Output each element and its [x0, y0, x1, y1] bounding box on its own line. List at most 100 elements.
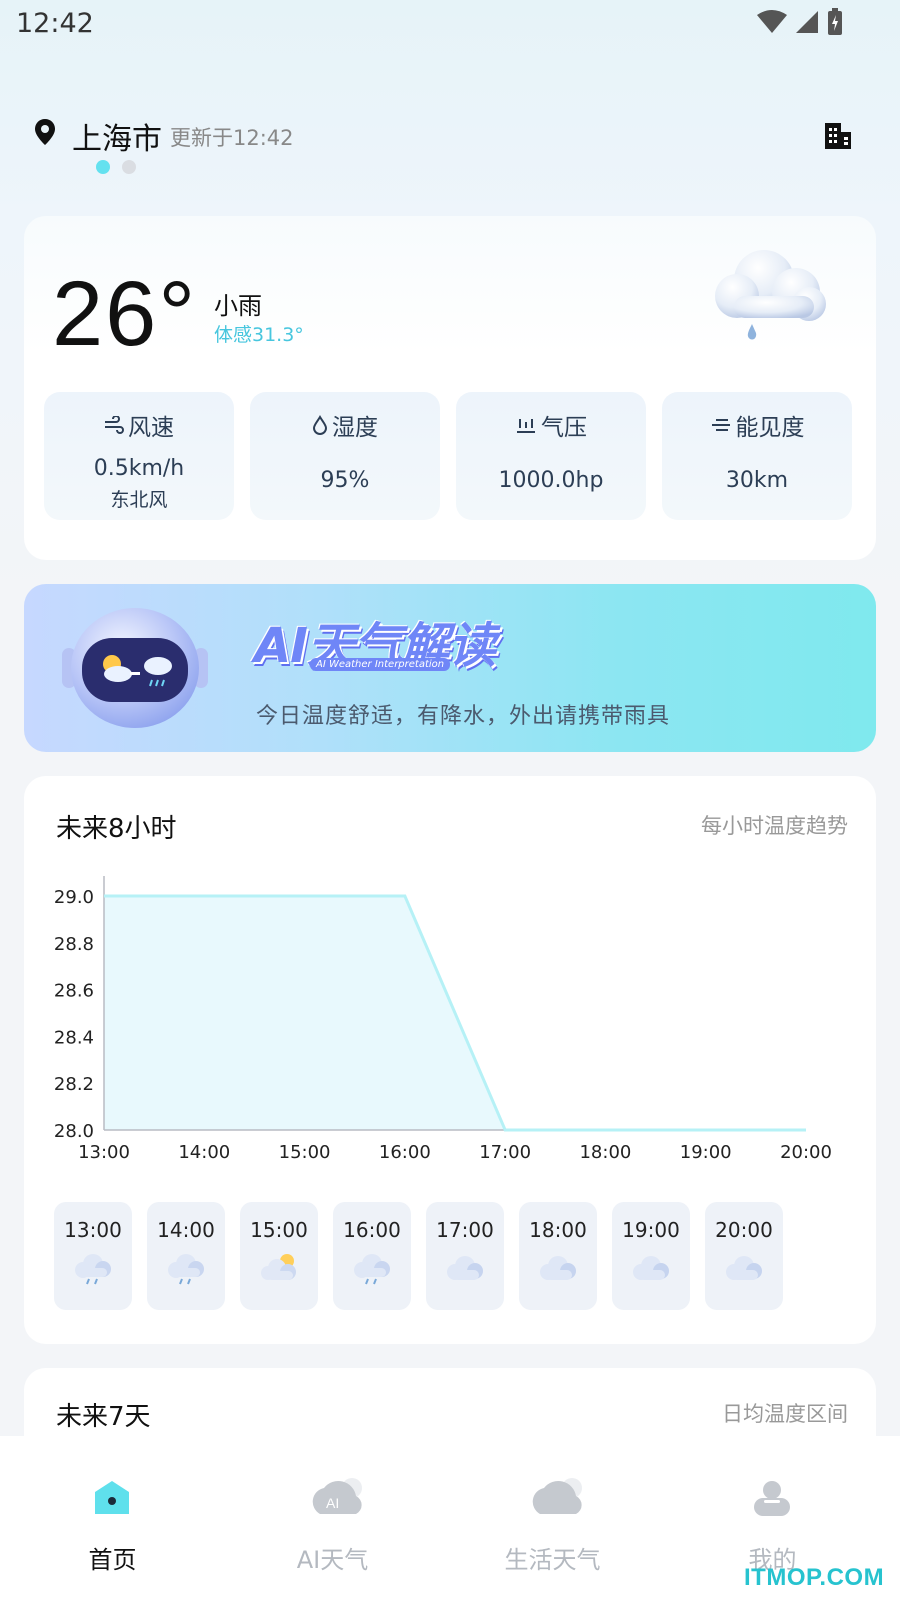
hourly-temperature-chart: 29.0 28.8 28.6 28.4 28.2 28.013:00 14:00 15:00 1… [54, 876, 832, 1163]
cloud-icon [612, 1250, 690, 1286]
tab-ai-weather[interactable]: AI AI天气 [220, 1436, 445, 1600]
hourly-item-time: 14:00 [157, 1218, 215, 1242]
weekly-range-label: 日均温度区间 [722, 1402, 848, 1426]
ai-robot-icon [62, 608, 208, 728]
ai-weather-banner[interactable]: AI天气解读 AI Weather Interpretation 今日温度舒适，… [24, 584, 876, 752]
signal-icon [796, 11, 818, 33]
visibility-icon [711, 419, 730, 431]
metric-wind-direction: 东北风 [110, 489, 168, 511]
metric-humidity-value: 95% [320, 468, 370, 493]
chart-x-tick-label: 16:00 [379, 1142, 431, 1163]
metric-pressure-label: 气压 [541, 415, 587, 441]
ai-weather-icon: AI [312, 1478, 362, 1514]
metric-pressure-title: 气压 [456, 408, 646, 442]
chart-x-tick-label: 19:00 [680, 1142, 732, 1163]
rain-cloud-icon [147, 1250, 225, 1286]
page-dot [122, 160, 136, 174]
metric-humidity-label: 湿度 [332, 415, 378, 441]
rain-cloud-icon [333, 1250, 411, 1286]
hourly-item[interactable]: 18:00 [519, 1202, 597, 1310]
rain-cloud-icon [54, 1250, 132, 1286]
hourly-item-time: 20:00 [715, 1218, 773, 1242]
metrics-row: 风速 0.5km/h 东北风 湿度 95% 气压 1000.0hp 能见度 30 [44, 392, 852, 520]
ai-banner-text: 今日温度舒适，有降水，外出请携带雨具 [256, 704, 671, 729]
cloud-icon [426, 1250, 504, 1286]
hourly-item-time: 17:00 [436, 1218, 494, 1242]
feels-like: 体感31.3° [214, 324, 304, 346]
chart-x-tick-label: 20:00 [780, 1142, 832, 1163]
metric-wind-value: 0.5km/h [93, 456, 185, 481]
rain-cloud-icon [715, 250, 826, 340]
hourly-item[interactable]: 13:00 [54, 1202, 132, 1310]
tab-life-weather[interactable]: 生活天气 [440, 1436, 665, 1600]
metric-wind-title: 风速 [44, 408, 234, 442]
tab-home[interactable]: 首页 [0, 1436, 225, 1600]
chart-x-tick-label: 13:00 [78, 1142, 130, 1163]
hourly-item[interactable]: 14:00 [147, 1202, 225, 1310]
cloud-icon [519, 1250, 597, 1286]
weekly-title: 未来7天 [56, 1402, 151, 1432]
chart-x-tick-label: 17:00 [479, 1142, 531, 1163]
status-bar: 12:42 [0, 0, 900, 50]
hourly-item[interactable]: 20:00 [705, 1202, 783, 1310]
city-name[interactable]: 上海市 [72, 114, 162, 158]
hourly-item-time: 16:00 [343, 1218, 401, 1242]
chart-y-tick-label: 28.6 [54, 981, 94, 1002]
weather-condition: 小雨 [214, 292, 262, 320]
metric-visibility-label: 能见度 [735, 415, 805, 441]
svg-text:AI: AI [326, 1495, 339, 1511]
update-time: 更新于12:42 [170, 126, 294, 150]
chart-x-tick-label: 14:00 [178, 1142, 230, 1163]
tab-home-label: 首页 [88, 1546, 137, 1574]
chart-y-tick-label: 28.0 [54, 1121, 94, 1142]
home-icon [95, 1481, 129, 1514]
hourly-item-time: 19:00 [622, 1218, 680, 1242]
chart-y-tick-label: 29.0 [54, 887, 94, 908]
metric-humidity: 湿度 95% [250, 392, 440, 520]
pressure-icon [517, 419, 535, 433]
page-indicator [96, 160, 136, 174]
metric-humidity-title: 湿度 [250, 408, 440, 442]
metric-visibility-value: 30km [725, 468, 789, 493]
metric-visibility-title: 能见度 [662, 408, 852, 442]
hourly-list: 13:00 14:00 15:00 16:00 17:00 18:00 19:00 20:00 [54, 1202, 783, 1310]
metric-wind: 风速 0.5km/h 东北风 [44, 392, 234, 520]
life-weather-icon [532, 1478, 582, 1514]
wind-icon [105, 416, 124, 434]
partly-sunny-icon [240, 1250, 318, 1286]
status-icons [756, 8, 844, 36]
battery-icon [828, 8, 842, 35]
chart-y-tick-label: 28.2 [54, 1074, 94, 1095]
metric-pressure: 气压 1000.0hp [456, 392, 646, 520]
ai-banner-subtitle: AI Weather Interpretation [310, 658, 451, 671]
current-temperature: 26° [52, 263, 198, 365]
watermark: ITMOP.COM [744, 1564, 885, 1591]
chart-y-tick-label: 28.4 [54, 1027, 94, 1048]
metric-visibility: 能见度 30km [662, 392, 852, 520]
hourly-item-time: 13:00 [64, 1218, 122, 1242]
hourly-title: 未来8小时 [56, 814, 177, 844]
wifi-icon [757, 10, 787, 33]
chart-y-tick-label: 28.8 [54, 934, 94, 955]
tab-ai-weather-label: AI天气 [296, 1546, 369, 1574]
chart-x-tick-label: 18:00 [579, 1142, 631, 1163]
hourly-item[interactable]: 17:00 [426, 1202, 504, 1310]
tab-life-weather-label: 生活天气 [504, 1546, 601, 1574]
metric-wind-label: 风速 [128, 415, 174, 441]
page-dot-active [96, 160, 110, 174]
humidity-icon [312, 415, 328, 435]
hourly-item[interactable]: 19:00 [612, 1202, 690, 1310]
status-time: 12:42 [16, 8, 94, 39]
current-weather-card: 26° 小雨 体感31.3° 风速 0.5km/h 东北风 湿度 95% 气压 … [24, 216, 876, 560]
metric-pressure-value: 1000.0hp [498, 468, 604, 493]
hourly-item[interactable]: 15:00 [240, 1202, 318, 1310]
cloud-icon [705, 1250, 783, 1286]
hourly-item-time: 15:00 [250, 1218, 308, 1242]
hourly-forecast-card: 未来8小时 每小时温度趋势 29.0 28.8 28.6 28.4 28.2 28.0 13… [24, 776, 876, 1344]
location-pin-icon [35, 119, 55, 145]
hourly-item-time: 18:00 [529, 1218, 587, 1242]
chart-x-tick-label: 15:00 [279, 1142, 331, 1163]
profile-icon [754, 1481, 790, 1516]
hourly-item[interactable]: 16:00 [333, 1202, 411, 1310]
city-manage-icon[interactable] [822, 120, 854, 152]
